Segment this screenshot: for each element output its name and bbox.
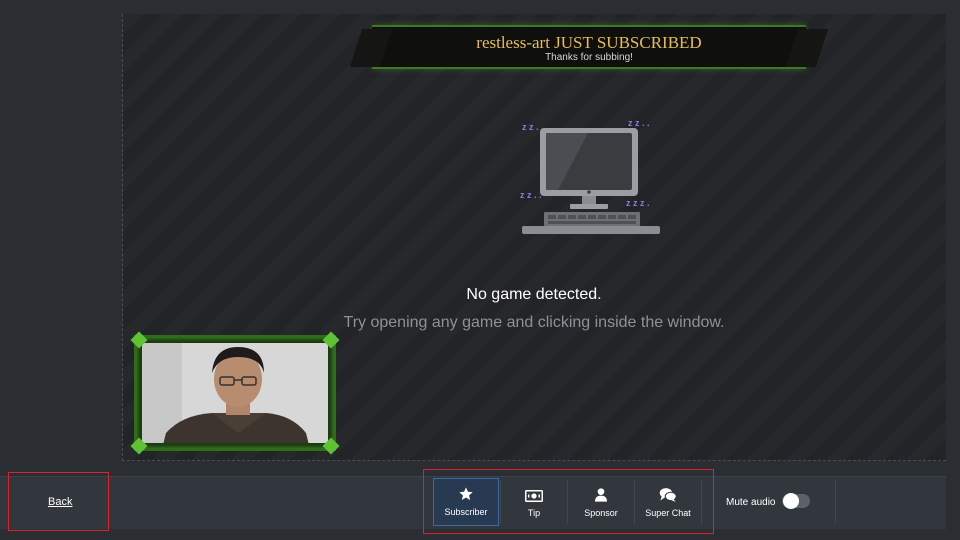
subscription-alert-banner: restless-art JUST SUBSCRIBED Thanks for …: [372, 25, 806, 69]
tab-subscriber[interactable]: Subscriber: [433, 478, 499, 526]
back-link[interactable]: Back: [48, 496, 72, 508]
svg-text:z z z .: z z z .: [626, 198, 650, 208]
mute-audio-label: Mute audio: [726, 497, 776, 508]
toggle-knob: [783, 493, 799, 509]
tab-label: Super Chat: [645, 508, 691, 518]
alert-subtitle: Thanks for subbing!: [545, 52, 633, 63]
svg-text:z z . .: z z . .: [628, 118, 650, 128]
webcam-person-image: [142, 343, 328, 443]
no-game-hint: Try opening any game and clicking inside…: [343, 314, 725, 331]
webcam-overlay: [130, 331, 340, 455]
tab-label: Sponsor: [584, 508, 618, 518]
person-icon: [595, 488, 607, 502]
webcam-feed: [142, 343, 328, 443]
svg-text:z z . .: z z . .: [520, 190, 542, 200]
alert-title: restless-art JUST SUBSCRIBED: [476, 33, 702, 52]
tab-sponsor[interactable]: Sponsor: [568, 478, 634, 526]
no-game-heading: No game detected.: [466, 286, 602, 303]
tab-tip[interactable]: Tip: [501, 478, 567, 526]
tab-label: Tip: [527, 508, 541, 518]
tab-super-chat[interactable]: Super Chat: [635, 478, 701, 526]
tab-label: Subscriber: [444, 507, 488, 517]
toolbar-divider: [835, 480, 836, 524]
star-icon: [459, 487, 473, 500]
sleeping-monitor-icon: z z . . . z z . . z z . . z z z .: [520, 118, 660, 234]
money-icon: [525, 490, 543, 502]
chat-icon: [659, 488, 677, 502]
tab-divider: [701, 480, 702, 524]
mute-audio-toggle[interactable]: [782, 493, 810, 509]
